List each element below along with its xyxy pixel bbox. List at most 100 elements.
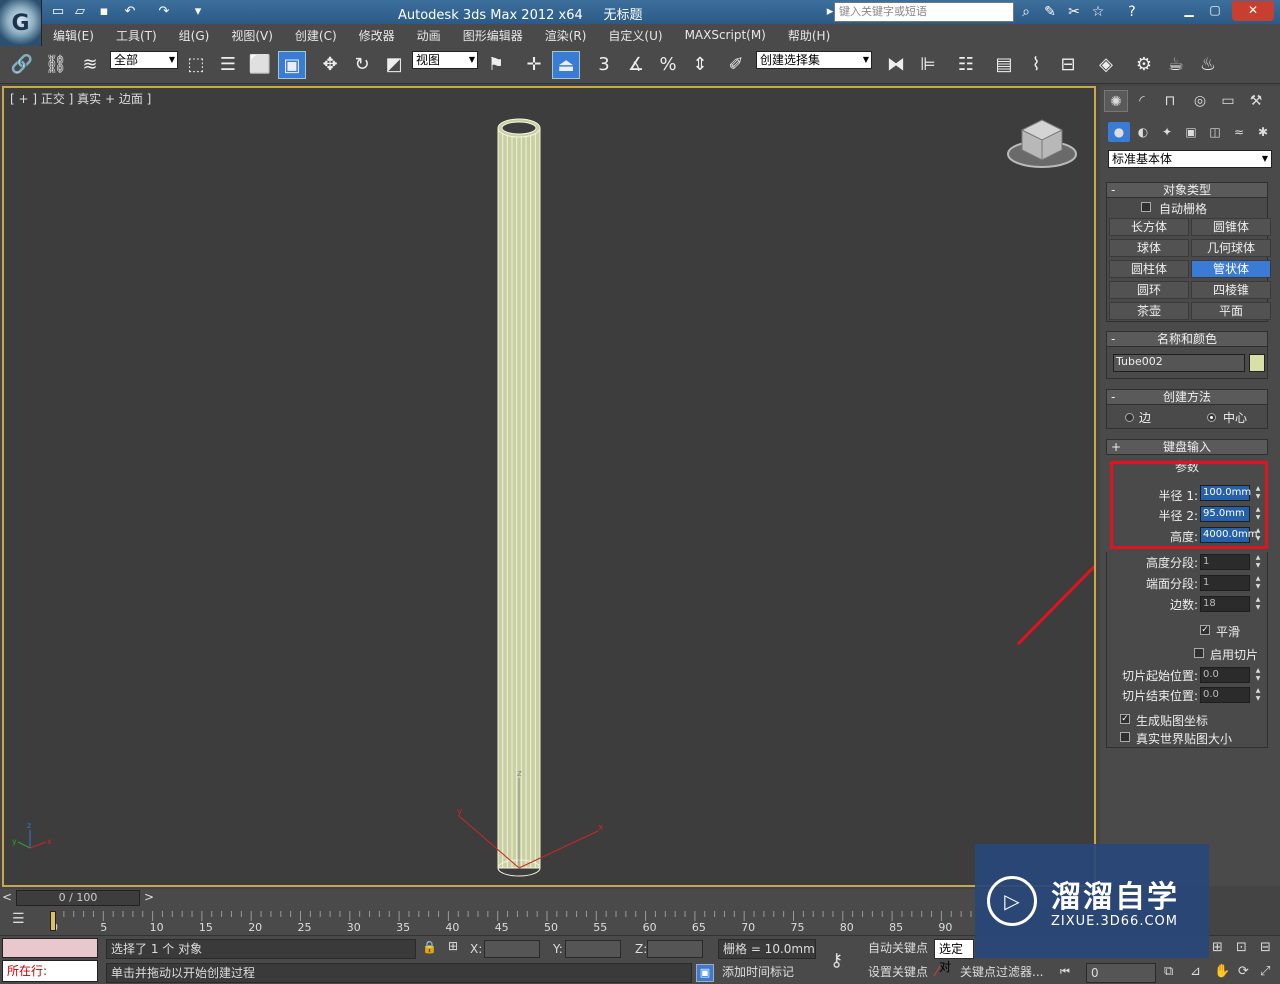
selection-filter-dropdown[interactable]: 全部 (110, 51, 178, 69)
menu-edit[interactable]: 编辑(E) (42, 27, 105, 44)
spinner-snap-icon[interactable]: ⇕ (686, 51, 714, 79)
name-color-rollout-header[interactable]: - 名称和颜色 (1106, 331, 1268, 347)
menu-maxscript[interactable]: MAXScript(M) (674, 28, 777, 42)
orbit-icon[interactable]: ⟳ (1238, 964, 1249, 979)
time-slider[interactable]: 0 / 100 (16, 890, 140, 906)
creation-method-rollout-header[interactable]: - 创建方法 (1106, 389, 1268, 405)
align-icon[interactable]: ⊫ (914, 51, 942, 79)
undo-icon[interactable]: ↶ (122, 4, 138, 20)
new-file-icon[interactable]: ▭ (50, 4, 66, 20)
close-button[interactable]: ✕ (1232, 1, 1274, 21)
zoom-extents-icon[interactable]: ⊞ (1212, 940, 1223, 955)
space-warps-icon[interactable]: ≈ (1228, 122, 1250, 142)
menu-help[interactable]: 帮助(H) (777, 27, 841, 44)
subscription-icon[interactable]: ✂ (1064, 3, 1084, 21)
schematic-view-icon[interactable]: ⊟ (1054, 51, 1082, 79)
favorites-icon[interactable]: ☆ (1088, 3, 1108, 21)
minimize-button[interactable]: ▁ (1176, 1, 1202, 21)
search-input[interactable]: 键入关键字或短语 (834, 2, 1014, 22)
menu-rendering[interactable]: 渲染(R) (534, 27, 598, 44)
shapes-icon[interactable]: ◐ (1132, 122, 1154, 142)
menu-graph-editors[interactable]: 图形编辑器 (452, 27, 534, 44)
edit-named-selection-icon[interactable]: ✐ (722, 51, 750, 79)
cone-button[interactable]: 圆锥体 (1191, 218, 1271, 236)
radius1-spinner[interactable]: 100.0mm (1200, 485, 1251, 501)
set-key-icon[interactable]: ⚷ (830, 950, 843, 971)
playback-start-icon[interactable]: ⏮ (1060, 965, 1070, 979)
pan-icon[interactable]: ✋ (1214, 964, 1230, 979)
maximize-button[interactable]: ▢ (1202, 1, 1228, 21)
sphere-button[interactable]: 球体 (1109, 239, 1189, 257)
ref-coord-dropdown[interactable]: 视图 (412, 51, 478, 69)
link-icon[interactable]: 🔗 (8, 51, 36, 79)
utilities-tab-icon[interactable]: ⚒ (1244, 90, 1268, 112)
key-filters-button[interactable]: 关键点过滤器... (956, 963, 1056, 983)
help-icon[interactable]: ? (1122, 3, 1142, 21)
time-config-icon[interactable]: ⧉ (1164, 964, 1173, 979)
autogrid-checkbox[interactable] (1141, 202, 1151, 212)
scale-icon[interactable]: ◩ (380, 51, 408, 79)
tube-button[interactable]: 管状体 (1191, 260, 1271, 278)
pyramid-button[interactable]: 四棱锥 (1191, 281, 1271, 299)
current-frame-field[interactable]: 0 (1086, 963, 1156, 983)
selected-objects-dropdown[interactable]: 选定对 (934, 939, 974, 974)
time-tag-icon[interactable]: ▣ (696, 964, 714, 982)
set-key-button[interactable]: 设置关键点 (864, 963, 932, 983)
systems-icon[interactable]: ✱ (1252, 122, 1274, 142)
zoom-region-icon[interactable]: ⊟ (1260, 940, 1271, 955)
open-file-icon[interactable]: ▱ (72, 4, 88, 20)
maxscript-listener[interactable] (2, 938, 98, 958)
cylinder-button[interactable]: 圆柱体 (1109, 260, 1189, 278)
render-setup-icon[interactable]: ⚙ (1130, 51, 1158, 79)
move-icon[interactable]: ✥ (316, 51, 344, 79)
helpers-icon[interactable]: ◫ (1204, 122, 1226, 142)
app-menu-button[interactable]: G (0, 0, 42, 46)
menu-customize[interactable]: 自定义(U) (597, 27, 673, 44)
add-time-tag[interactable]: 添加时间标记 (718, 963, 822, 983)
time-next-button[interactable]: > (144, 890, 154, 904)
display-tab-icon[interactable]: ▭ (1216, 90, 1240, 112)
rect-selection-icon[interactable]: ⬜ (246, 51, 274, 79)
menu-tools[interactable]: 工具(T) (105, 27, 168, 44)
auto-key-button[interactable]: 自动关键点 (864, 939, 932, 959)
field-of-view-icon[interactable]: ⊿ (1190, 964, 1201, 979)
time-marker[interactable] (50, 911, 56, 931)
menu-animation[interactable]: 动画 (406, 27, 452, 44)
lock-selection-icon[interactable]: 🔒 (422, 940, 437, 954)
object-color-swatch[interactable] (1249, 354, 1265, 372)
material-editor-icon[interactable]: ◈ (1092, 51, 1120, 79)
object-type-rollout-header[interactable]: - 对象类型 (1106, 182, 1268, 198)
menu-modifiers[interactable]: 修改器 (348, 27, 406, 44)
select-by-name-icon[interactable]: ☰ (214, 51, 242, 79)
box-button[interactable]: 长方体 (1109, 218, 1189, 236)
object-name-field[interactable]: Tube002 (1113, 354, 1245, 372)
percent-snap-icon[interactable]: % (654, 51, 682, 79)
window-crossing-icon[interactable]: ▣ (278, 51, 306, 79)
binoculars-icon[interactable]: ⌕ (1016, 3, 1036, 21)
height-spinner[interactable]: 4000.0mm (1200, 527, 1257, 543)
keyboard-entry-rollout-header[interactable]: + 键盘输入 (1106, 439, 1268, 455)
snap-toggle-icon[interactable]: 3 (590, 51, 618, 79)
viewport-front[interactable]: [ + ] 正交 ] 真实 + 边面 ] y x z z y x (2, 86, 1096, 887)
mirror-icon[interactable]: ⧓ (882, 51, 910, 79)
viewcube-icon[interactable] (1007, 119, 1077, 168)
bind-space-warp-icon[interactable]: ≋ (76, 51, 104, 79)
torus-button[interactable]: 圆环 (1109, 281, 1189, 299)
select-manipulate-icon[interactable]: ✛ (520, 51, 548, 79)
save-icon[interactable]: ▪ (96, 4, 112, 20)
motion-tab-icon[interactable]: ◎ (1188, 90, 1212, 112)
lights-icon[interactable]: ✦ (1156, 122, 1178, 142)
named-selection-dropdown[interactable]: 创建选择集 (756, 51, 872, 69)
curve-editor-icon[interactable]: ⌇ (1022, 51, 1050, 79)
edge-radio[interactable] (1125, 413, 1134, 422)
menu-views[interactable]: 视图(V) (220, 27, 284, 44)
hierarchy-tab-icon[interactable]: ⊓ (1158, 90, 1182, 112)
z-coordinate-field[interactable] (647, 940, 703, 958)
plane-button[interactable]: 平面 (1191, 302, 1271, 320)
cameras-icon[interactable]: ▣ (1180, 122, 1202, 142)
x-coordinate-field[interactable] (484, 940, 540, 958)
keyboard-shortcut-override-icon[interactable]: ⏏ (552, 51, 580, 79)
teapot-button[interactable]: 茶壶 (1109, 302, 1189, 320)
maximize-viewport-icon[interactable]: ⤢ (1260, 964, 1270, 979)
time-prev-button[interactable]: < (2, 890, 12, 904)
